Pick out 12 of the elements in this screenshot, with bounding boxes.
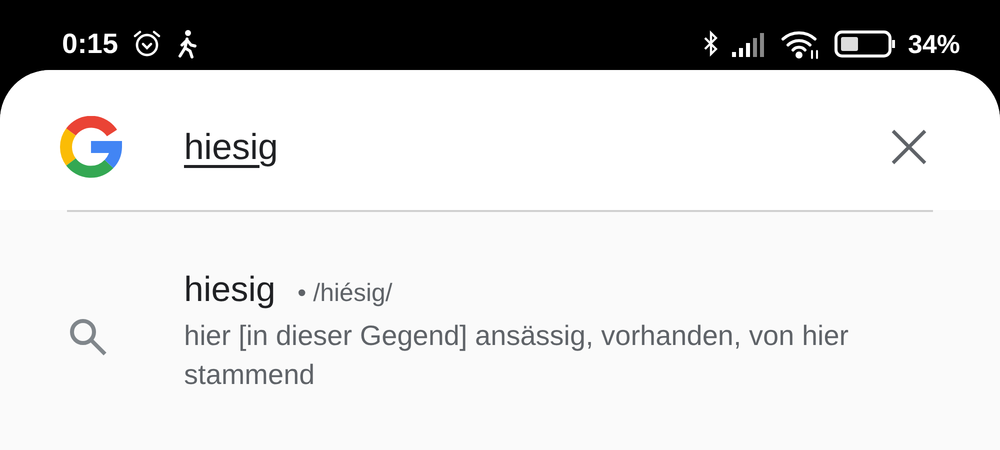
pronunciation: • /hiésig/ bbox=[297, 279, 392, 308]
suggestion-word: hiesig bbox=[184, 270, 276, 310]
suggestion-item[interactable]: hiesig • /hiésig/ hier [in dieser Gegend] ansässig, vorhanden, von hier stammend bbox=[0, 212, 1000, 394]
close-icon[interactable] bbox=[890, 128, 928, 166]
alarm-clock-icon bbox=[132, 29, 162, 59]
bluetooth-icon bbox=[702, 29, 720, 59]
walking-person-icon bbox=[176, 29, 198, 59]
battery-percentage: 34% bbox=[908, 28, 960, 60]
status-time: 0:15 bbox=[62, 28, 118, 60]
g-logo-icon bbox=[60, 116, 122, 178]
battery-icon bbox=[834, 30, 896, 58]
definition: hier [in dieser Gegend] ansässig, vorhanden, von hier stammend bbox=[184, 319, 850, 392]
